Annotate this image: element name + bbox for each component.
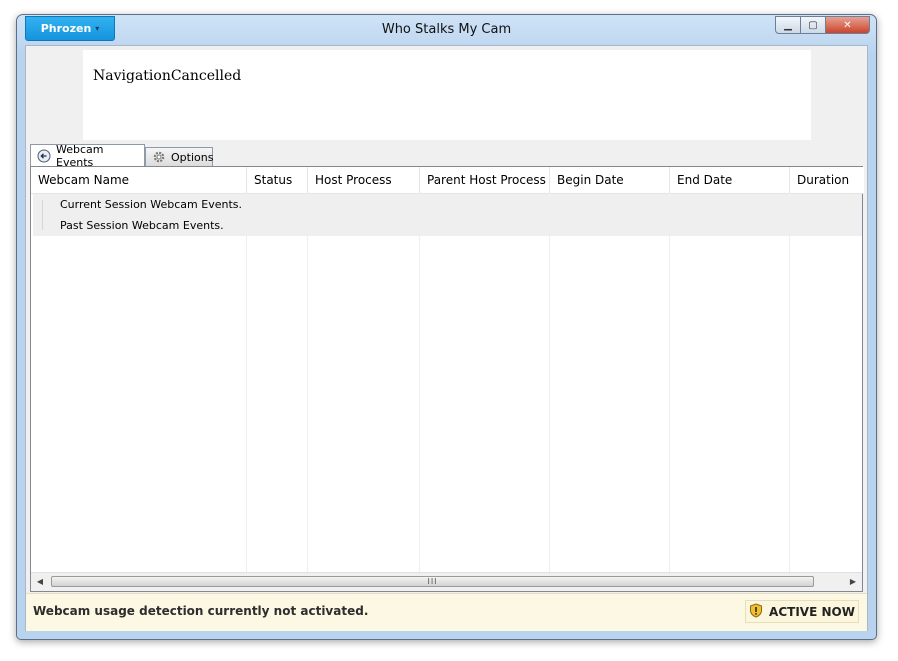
- scroll-thumb[interactable]: III: [51, 576, 814, 587]
- tab-webcam-events-label: Webcam Events: [56, 142, 104, 169]
- column-divider: [307, 193, 308, 573]
- active-now-button[interactable]: ACTIVE NOW: [745, 600, 859, 623]
- scroll-left-icon[interactable]: ◀: [31, 573, 49, 591]
- status-bar: Webcam usage detection currently not act…: [26, 593, 867, 631]
- group-row-past-session[interactable]: Past Session Webcam Events.: [60, 216, 224, 236]
- column-header-parent-host-process[interactable]: Parent Host Process: [420, 167, 550, 193]
- grid-header: Webcam Name Status Host Process Parent H…: [31, 167, 864, 194]
- column-divider: [669, 193, 670, 573]
- window-title: Who Stalks My Cam: [381, 22, 512, 37]
- group-rows: Current Session Webcam Events. Past Sess…: [33, 194, 862, 236]
- column-divider: [549, 193, 550, 573]
- active-now-label: ACTIVE NOW: [769, 604, 855, 619]
- tab-options[interactable]: Options: [145, 147, 213, 166]
- column-header-end-date[interactable]: End Date: [670, 167, 790, 193]
- horizontal-scrollbar[interactable]: ◀ III ▶: [31, 572, 862, 591]
- close-button[interactable]: ✕: [826, 16, 870, 34]
- detection-status-text: Webcam usage detection currently not act…: [33, 604, 369, 618]
- gear-icon: [152, 150, 166, 164]
- column-header-host-process[interactable]: Host Process: [308, 167, 420, 193]
- title-bar[interactable]: Phrozen ▾ Who Stalks My Cam ▁ ▢ ✕: [17, 15, 876, 45]
- minimize-icon: ▁: [784, 19, 792, 31]
- window-controls: ▁ ▢ ✕: [775, 16, 870, 34]
- shield-warning-icon: [749, 602, 763, 621]
- close-icon: ✕: [843, 19, 852, 31]
- back-arrow-icon: [37, 149, 51, 163]
- group-tree-line: [42, 200, 43, 230]
- navigation-message: NavigationCancelled: [93, 68, 242, 84]
- app-window: Phrozen ▾ Who Stalks My Cam ▁ ▢ ✕ Naviga…: [16, 14, 877, 640]
- column-header-status[interactable]: Status: [247, 167, 308, 193]
- minimize-button[interactable]: ▁: [775, 16, 801, 34]
- column-header-webcam-name[interactable]: Webcam Name: [31, 167, 247, 193]
- maximize-button[interactable]: ▢: [801, 16, 826, 34]
- group-row-current-session[interactable]: Current Session Webcam Events.: [60, 195, 242, 215]
- column-header-duration[interactable]: Duration: [790, 167, 862, 193]
- webcam-events-grid[interactable]: Webcam Name Status Host Process Parent H…: [30, 166, 864, 592]
- scroll-right-icon[interactable]: ▶: [844, 573, 862, 591]
- maximize-icon: ▢: [808, 19, 818, 31]
- scroll-grip-icon: III: [427, 577, 438, 586]
- column-header-begin-date[interactable]: Begin Date: [550, 167, 670, 193]
- tab-webcam-events[interactable]: Webcam Events: [30, 142, 145, 169]
- client-area: NavigationCancelled Webcam Events Option…: [25, 45, 868, 631]
- column-divider: [419, 193, 420, 573]
- tab-options-label: Options: [171, 150, 214, 164]
- embedded-browser-panel[interactable]: NavigationCancelled: [83, 50, 811, 140]
- column-divider: [246, 193, 247, 573]
- column-divider: [789, 193, 790, 573]
